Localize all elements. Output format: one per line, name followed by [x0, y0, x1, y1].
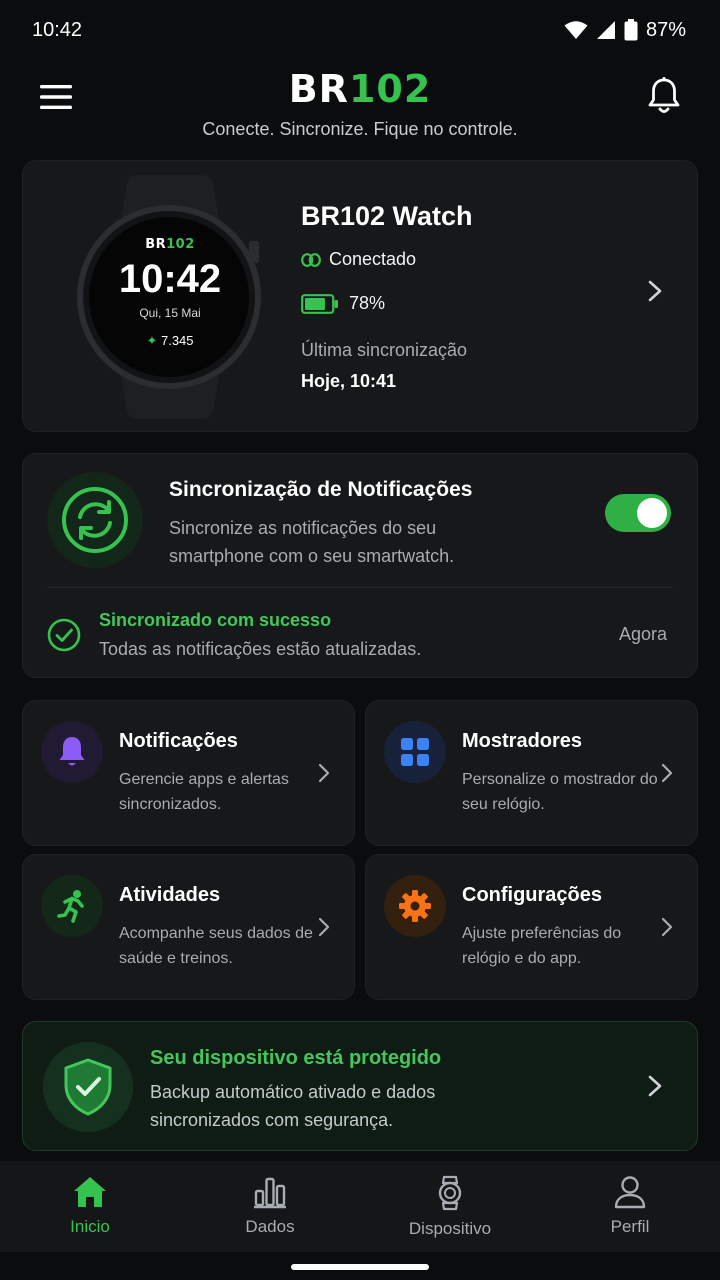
signal-icon	[596, 21, 615, 39]
tile-notificacoes[interactable]: Notificações Gerencie apps e alertas sin…	[22, 700, 355, 846]
notification-sync-title: Sincronização de Notificações	[169, 478, 473, 501]
running-icon	[57, 890, 84, 923]
status-time: 10:42	[32, 18, 83, 41]
app-logo: BR102	[0, 68, 720, 110]
last-sync-value: Hoje, 10:41	[301, 371, 397, 391]
tile-title: Configurações	[462, 884, 603, 906]
battery-percent: 87%	[645, 18, 686, 41]
nav-label: Dispositivo	[408, 1219, 492, 1238]
watch-image: BR102 10:42 Qui, 15 Mai ✦ 7.345	[77, 175, 263, 419]
chevron-right-icon	[318, 917, 330, 937]
bottom-navigation: Inicio Dados Dispositivo Perfil	[0, 1161, 720, 1252]
tile-mostradores[interactable]: Mostradores Personalize o mostrador do s…	[365, 700, 698, 846]
connection-label: Conectado	[329, 249, 417, 269]
chevron-right-icon	[661, 763, 673, 783]
grid-icon	[401, 738, 429, 766]
protection-banner[interactable]: Seu dispositivo está protegido Backup au…	[22, 1021, 698, 1151]
home-icon	[74, 1177, 106, 1207]
nav-item-dados[interactable]: Dados	[180, 1161, 360, 1252]
protection-title: Seu dispositivo está protegido	[150, 1047, 442, 1069]
watch-face-steps: ✦ 7.345	[146, 333, 194, 348]
logo-text-br: BR	[288, 67, 349, 111]
protection-description: Backup automático ativado e dados sincro…	[150, 1082, 436, 1130]
tile-icon-badge	[41, 721, 103, 783]
toggle-knob	[637, 498, 667, 528]
notification-sync-description: Sincronize as notificações do seu smartp…	[169, 518, 455, 566]
status-icons: 87%	[564, 19, 686, 42]
device-name: BR102 Watch	[301, 201, 473, 231]
app-header: BR102 Conecte. Sincronize. Fique no cont…	[0, 60, 720, 150]
sync-icon-badge	[47, 472, 143, 568]
notification-bell-icon[interactable]	[646, 76, 682, 116]
shield-badge	[43, 1042, 133, 1132]
sync-status-description: Todas as notificações estão atualizadas.	[99, 639, 422, 659]
device-card[interactable]: BR102 10:42 Qui, 15 Mai ✦ 7.345 BR102 Wa…	[22, 160, 698, 432]
tile-atividades[interactable]: Atividades Acompanhe seus dados de saúde…	[22, 854, 355, 1000]
nav-label: Dados	[245, 1217, 295, 1236]
tile-icon-badge	[384, 721, 446, 783]
tile-title: Atividades	[119, 884, 221, 906]
app-tagline: Conecte. Sincronize. Fique no controle.	[202, 119, 518, 139]
logo-text-102: 102	[348, 67, 432, 111]
divider	[47, 587, 673, 588]
sync-status-title: Sincronizado com sucesso	[99, 610, 332, 630]
battery-icon	[624, 19, 638, 41]
watch-face-brand: BR102	[145, 237, 195, 252]
check-circle-icon	[47, 618, 81, 652]
running-icon: ✦	[146, 333, 158, 348]
watch-face-date: Qui, 15 Mai	[139, 306, 201, 320]
tile-icon-badge	[384, 875, 446, 937]
gear-icon	[399, 890, 431, 922]
tile-configuracoes[interactable]: Configurações Ajuste preferências do rel…	[365, 854, 698, 1000]
notification-sync-toggle[interactable]	[605, 494, 671, 532]
nav-item-inicio[interactable]: Inicio	[0, 1161, 180, 1252]
link-icon	[301, 252, 321, 267]
tile-title: Notificações	[119, 730, 238, 752]
chevron-right-icon	[648, 1075, 662, 1097]
tile-description: Gerencie apps e alertas sincronizados.	[119, 771, 289, 813]
home-indicator[interactable]	[291, 1264, 429, 1270]
watch-face-time: 10:42	[118, 257, 222, 301]
nav-label: Perfil	[610, 1217, 650, 1236]
chevron-right-icon	[661, 917, 673, 937]
device-battery-percent: 78%	[349, 293, 386, 313]
tile-description: Ajuste preferências do relógio e do app.	[462, 925, 622, 967]
person-icon	[614, 1176, 646, 1209]
sync-icon	[62, 487, 128, 553]
tile-description: Acompanhe seus dados de saúde e treinos.	[119, 925, 313, 967]
nav-label: Inicio	[70, 1217, 110, 1236]
tile-description: Personalize o mostrador do seu relógio.	[462, 771, 658, 813]
notification-sync-card: Sincronização de Notificações Sincronize…	[22, 453, 698, 678]
wifi-icon	[564, 21, 588, 39]
watch-icon	[438, 1175, 462, 1211]
status-bar: 10:42 87%	[0, 0, 720, 60]
shield-check-icon	[64, 1058, 112, 1116]
sync-status-time: Agora	[618, 624, 667, 644]
device-battery: 78%	[301, 293, 385, 314]
tile-title: Mostradores	[462, 730, 583, 752]
last-sync-label: Última sincronização	[301, 340, 468, 360]
bar-chart-icon	[254, 1177, 286, 1209]
device-battery-icon	[301, 293, 338, 314]
nav-item-perfil[interactable]: Perfil	[540, 1161, 720, 1252]
bell-icon	[59, 737, 85, 766]
chevron-right-icon	[648, 280, 662, 302]
nav-item-dispositivo[interactable]: Dispositivo	[360, 1161, 540, 1252]
connection-status: Conectado	[301, 249, 416, 270]
tile-icon-badge	[41, 875, 103, 937]
chevron-right-icon	[318, 763, 330, 783]
